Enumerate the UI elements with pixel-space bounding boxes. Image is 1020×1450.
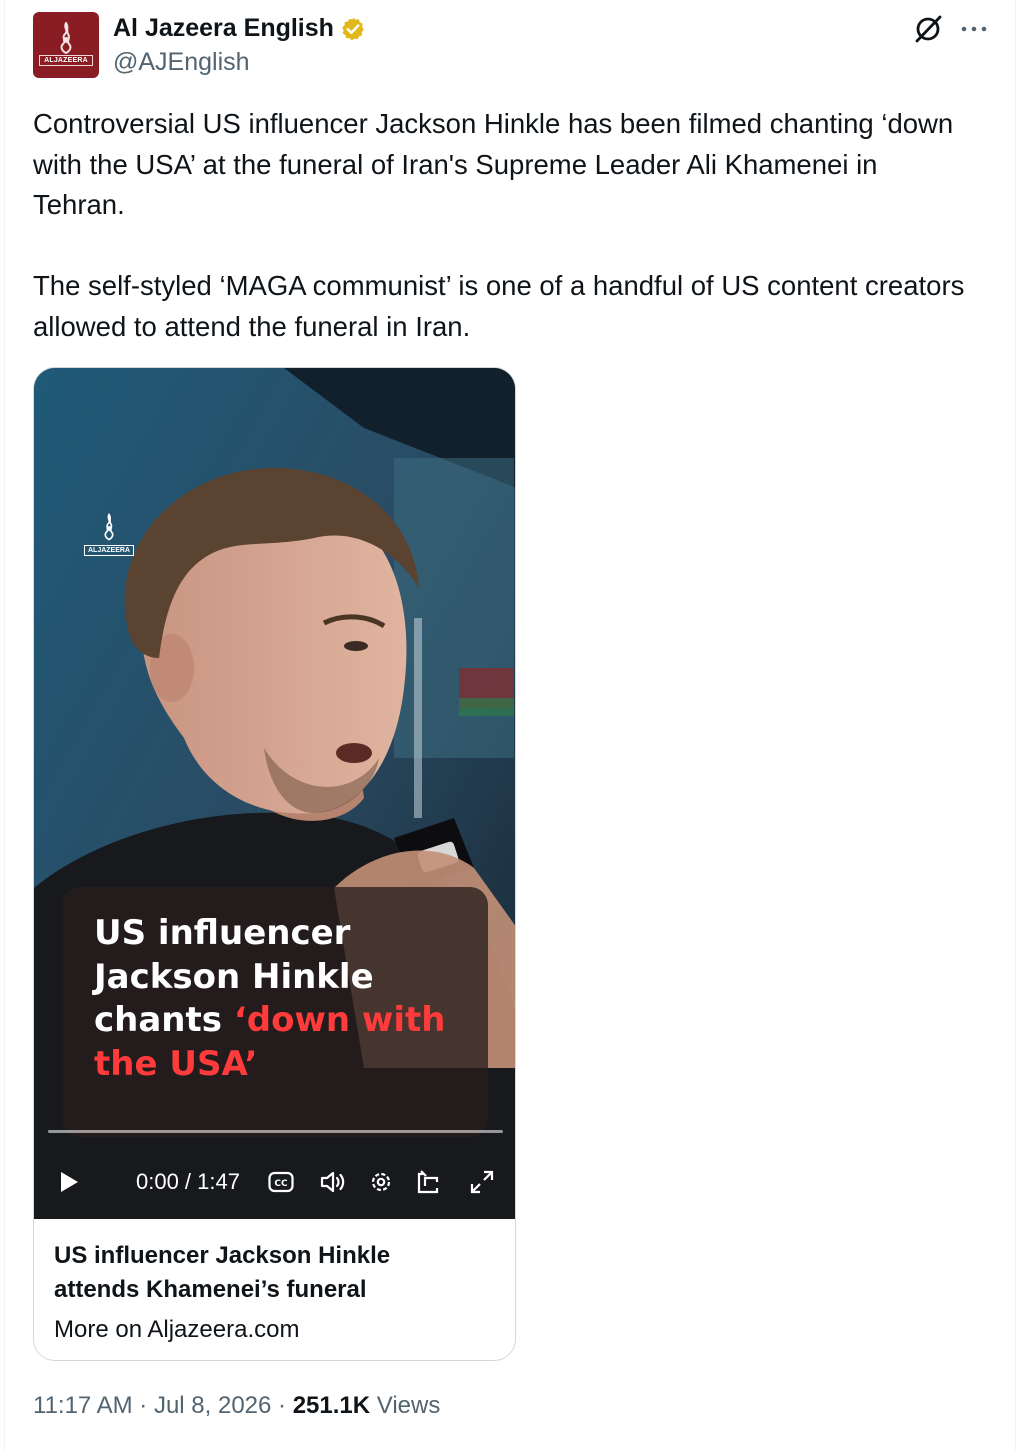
aljazeera-logo-icon <box>60 22 72 54</box>
tweet-meta: 11:17 AM · Jul 8, 2026 · 251.1K Views <box>33 1390 440 1422</box>
fullscreen-expand-icon[interactable] <box>468 1168 496 1196</box>
watermark-text: ALJAZEERA <box>84 545 134 556</box>
play-icon[interactable] <box>54 1168 82 1196</box>
tweet-paragraph: Controversial US influencer Jackson Hink… <box>33 108 961 220</box>
video-player[interactable]: ALJAZEERA US influencer Jackson Hinkle c… <box>34 368 515 1219</box>
video-time: 0:00 / 1:47 <box>136 1169 240 1194</box>
volume-icon[interactable] <box>319 1168 347 1196</box>
svg-text:CC: CC <box>274 1179 288 1189</box>
video-progress-bar[interactable] <box>48 1130 503 1133</box>
card-left-border <box>4 0 5 1450</box>
views-label: Views <box>370 1392 441 1419</box>
author-handle[interactable]: @AJEnglish <box>113 48 250 77</box>
avatar-wordmark: ALJAZEERA <box>39 55 93 66</box>
display-name[interactable]: Al Jazeera English <box>113 14 334 43</box>
avatar[interactable]: ALJAZEERA <box>33 12 99 78</box>
views-count[interactable]: 251.1K <box>293 1392 370 1419</box>
more-horizontal-icon[interactable] <box>958 14 990 44</box>
author-name-row: Al Jazeera English <box>113 14 366 43</box>
meta-separator: · <box>132 1392 154 1419</box>
link-card-title[interactable]: US influencer Jackson Hinkle attends Kha… <box>54 1239 474 1307</box>
verified-badge-icon[interactable] <box>340 16 366 42</box>
tweet-date[interactable]: Jul 8, 2026 <box>154 1392 271 1419</box>
aljazeera-logo-icon <box>104 513 114 541</box>
video-watermark: ALJAZEERA <box>84 512 134 558</box>
settings-gear-icon[interactable] <box>367 1168 395 1196</box>
picture-in-picture-icon[interactable] <box>415 1168 443 1196</box>
meta-separator: · <box>271 1392 293 1419</box>
card-right-border <box>1015 0 1016 1450</box>
tweet-text: Controversial US influencer Jackson Hink… <box>33 104 973 347</box>
video-caption: US influencer Jackson Hinkle chants ‘dow… <box>94 912 479 1086</box>
tweet-time[interactable]: 11:17 AM <box>33 1392 133 1419</box>
media-card[interactable]: ALJAZEERA US influencer Jackson Hinkle c… <box>33 367 516 1361</box>
closed-captions-icon[interactable]: CC <box>267 1168 295 1196</box>
link-card-source[interactable]: More on Aljazeera.com <box>54 1315 299 1345</box>
tweet-paragraph: The self-styled ‘MAGA communist’ is one … <box>33 270 972 342</box>
link-card-footer[interactable]: US influencer Jackson Hinkle attends Kha… <box>34 1219 515 1360</box>
grok-icon[interactable] <box>913 14 943 44</box>
